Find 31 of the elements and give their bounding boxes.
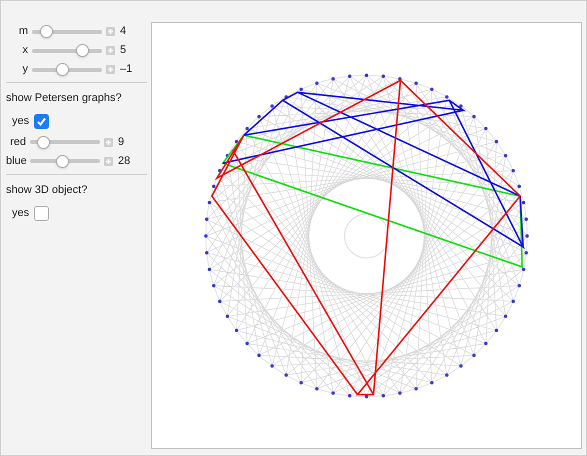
slider-label: blue — [6, 154, 28, 169]
slider[interactable] — [32, 44, 102, 58]
checkbox-label: yes — [12, 206, 30, 221]
plus-icon[interactable] — [104, 156, 113, 166]
slider[interactable] — [30, 154, 100, 168]
slider[interactable] — [32, 62, 102, 76]
slider-value: 9 — [118, 134, 124, 150]
slider-label: x — [22, 43, 29, 58]
slider[interactable] — [30, 135, 100, 149]
slider-thumb[interactable] — [56, 63, 70, 76]
slider-thumb[interactable] — [36, 136, 50, 148]
slider-label: y — [22, 62, 29, 78]
slider-label: red — [9, 134, 27, 150]
section-heading: show Petersen graphs? — [6, 91, 123, 106]
slider-thumb[interactable] — [76, 44, 90, 57]
slider-value: –1 — [120, 62, 132, 78]
plus-icon[interactable] — [104, 138, 113, 146]
section-heading: show 3D object? — [6, 182, 88, 198]
checkbox[interactable] — [34, 206, 50, 220]
slider-thumb[interactable] — [56, 154, 70, 168]
slider-label: m — [18, 24, 29, 40]
plus-icon[interactable] — [106, 27, 115, 36]
plus-icon[interactable] — [106, 65, 115, 74]
slider[interactable] — [32, 24, 102, 38]
slider-value: 5 — [120, 43, 126, 58]
checkbox-label: yes — [12, 114, 30, 130]
slider-value: 4 — [120, 24, 126, 40]
slider-thumb[interactable] — [40, 25, 53, 38]
plus-icon[interactable] — [106, 46, 115, 55]
checkbox[interactable] — [34, 114, 50, 129]
slider-value: 28 — [118, 154, 130, 169]
